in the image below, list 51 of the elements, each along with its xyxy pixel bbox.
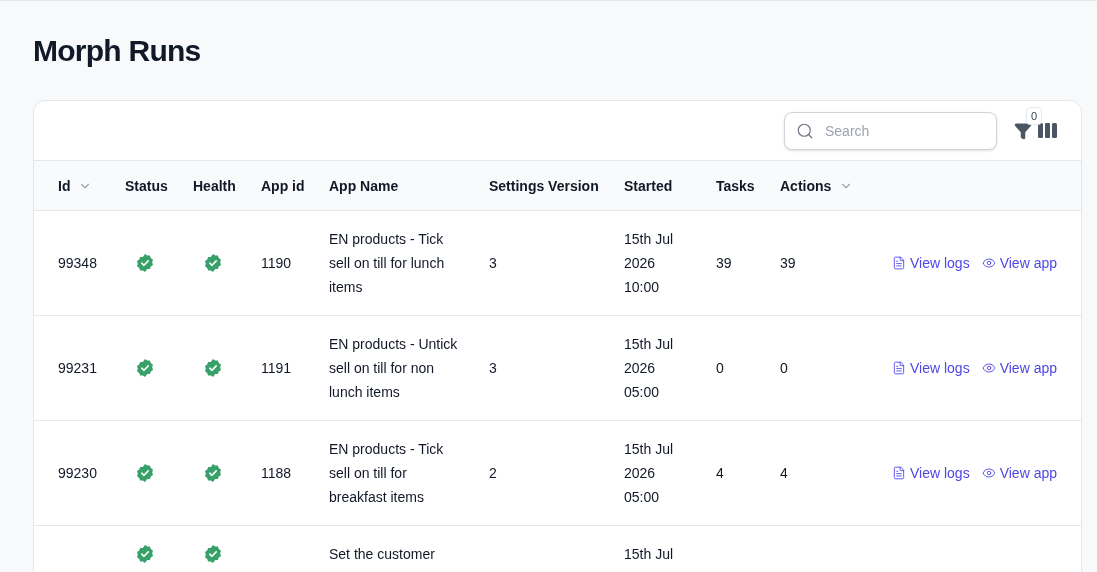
run-id: 99230: [58, 465, 97, 481]
app-name: EN products - Untick sell on till for non lunch items: [329, 336, 458, 400]
actions-count: 0: [780, 360, 788, 376]
view-logs-link[interactable]: View logs: [892, 461, 970, 485]
column-header[interactable]: App Name: [329, 175, 399, 196]
columns-button[interactable]: [1037, 120, 1057, 141]
search-icon: [796, 121, 814, 140]
view-logs-link[interactable]: View logs: [892, 356, 970, 380]
app-name: EN products - Tick sell on till for breakfast items: [329, 441, 444, 505]
page-title: Morph Runs: [33, 33, 201, 69]
document-icon: [892, 361, 906, 375]
app-id: 1190: [261, 255, 292, 271]
eye-icon: [981, 466, 996, 480]
started-time: 15th Jul 2026 05:00: [624, 336, 674, 400]
tasks-count: 4: [716, 465, 724, 481]
started-time: 15th Jul: [624, 546, 674, 562]
eye-icon: [981, 361, 996, 375]
column-header[interactable]: Started: [624, 175, 673, 196]
column-header[interactable]: Health: [193, 175, 236, 196]
run-id: 99348: [58, 255, 97, 271]
view-app-link[interactable]: View app: [981, 356, 1057, 380]
view-app-link[interactable]: View app: [981, 251, 1057, 275]
columns-icon: [1037, 123, 1057, 138]
settings-version: 3: [489, 360, 497, 376]
view-logs-link[interactable]: View logs: [892, 251, 970, 275]
actions-count: 39: [780, 255, 796, 271]
column-header[interactable]: App id: [261, 175, 305, 196]
filter-icon: [1014, 121, 1032, 140]
tasks-count: 0: [716, 360, 724, 376]
settings-version: 3: [489, 255, 497, 271]
settings-version: 2: [489, 465, 497, 481]
eye-icon: [981, 256, 996, 270]
column-header[interactable]: Id: [58, 175, 71, 196]
filter-count-badge: 0: [1026, 106, 1043, 125]
actions-count: 4: [780, 465, 788, 481]
app-id: 1191: [261, 360, 292, 376]
document-icon: [892, 256, 906, 270]
app-id: 1188: [261, 465, 292, 481]
column-header[interactable]: Actions: [780, 175, 832, 196]
run-id: 99231: [58, 360, 97, 376]
column-header[interactable]: Settings Version: [489, 175, 599, 196]
tasks-count: 39: [716, 255, 732, 271]
started-time: 15th Jul 2026 05:00: [624, 441, 674, 505]
search-field[interactable]: Search: [784, 111, 997, 150]
column-header[interactable]: Tasks: [716, 175, 755, 196]
view-app-link[interactable]: View app: [981, 461, 1057, 485]
started-time: 15th Jul 2026 10:00: [624, 231, 674, 295]
app-name: Set the customer: [329, 546, 435, 562]
column-header[interactable]: Status: [125, 175, 168, 196]
app-name: EN products - Tick sell on till for lunch items: [329, 231, 445, 295]
document-icon: [892, 466, 906, 480]
